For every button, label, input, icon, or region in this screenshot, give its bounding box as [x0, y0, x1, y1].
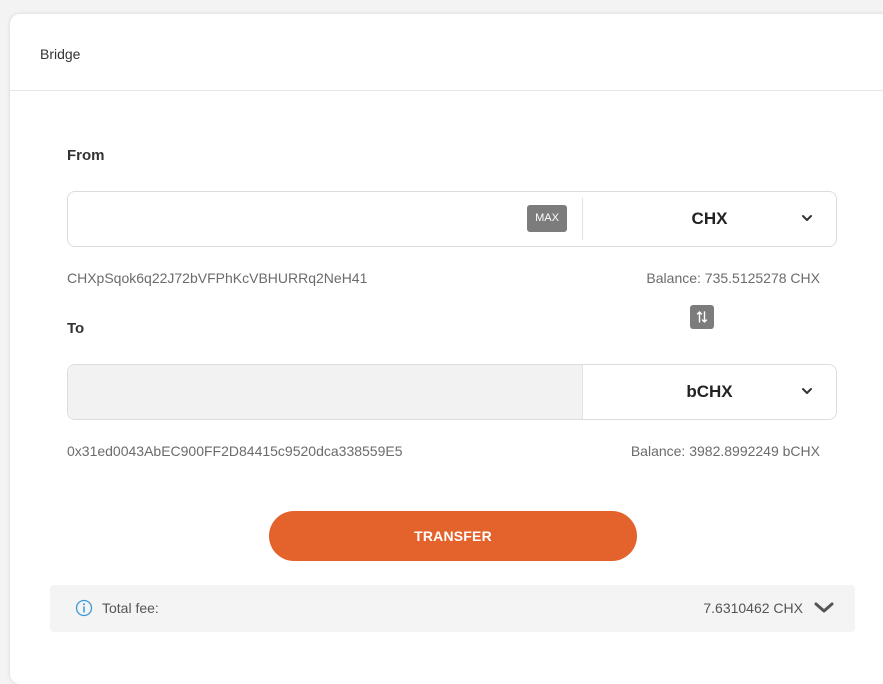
transfer-button[interactable]: TRANSFER: [269, 511, 637, 561]
card-header: Bridge: [10, 14, 883, 91]
from-token-label: CHX: [691, 209, 728, 228]
swap-vertical-icon: [696, 311, 708, 323]
to-label: To: [67, 320, 85, 337]
max-button[interactable]: MAX: [527, 205, 567, 232]
from-amount-input[interactable]: [68, 192, 582, 246]
to-token-select[interactable]: bCHX: [583, 365, 836, 419]
to-amount-input: [68, 365, 582, 419]
fee-summary: Total fee: 7.6310462 CHX: [50, 585, 855, 632]
fee-label: Total fee:: [102, 600, 159, 616]
bridge-card: Bridge From MAX CHX CHXpSqok6q22J72bVFPh…: [10, 14, 883, 684]
chevron-down-icon: [802, 388, 812, 394]
chevron-down-icon: [802, 215, 812, 221]
swap-button[interactable]: [690, 305, 714, 329]
to-address: 0x31ed0043AbEC900FF2D84415c9520dca338559…: [67, 443, 403, 459]
from-address: CHXpSqok6q22J72bVFPhKcVBHURRq2NeH41: [67, 270, 368, 286]
from-token-select[interactable]: CHX: [583, 192, 836, 246]
to-field: bCHX: [67, 364, 837, 420]
fee-value: 7.6310462 CHX: [703, 600, 803, 616]
to-token-label: bCHX: [686, 382, 733, 401]
info-icon: [75, 599, 93, 617]
card-title: Bridge: [40, 46, 81, 62]
from-balance: Balance: 735.5125278 CHX: [646, 270, 820, 286]
from-field: MAX CHX: [67, 191, 837, 247]
chevron-down-icon[interactable]: [813, 598, 835, 618]
from-label: From: [67, 147, 105, 164]
to-balance: Balance: 3982.8992249 bCHX: [630, 443, 820, 459]
